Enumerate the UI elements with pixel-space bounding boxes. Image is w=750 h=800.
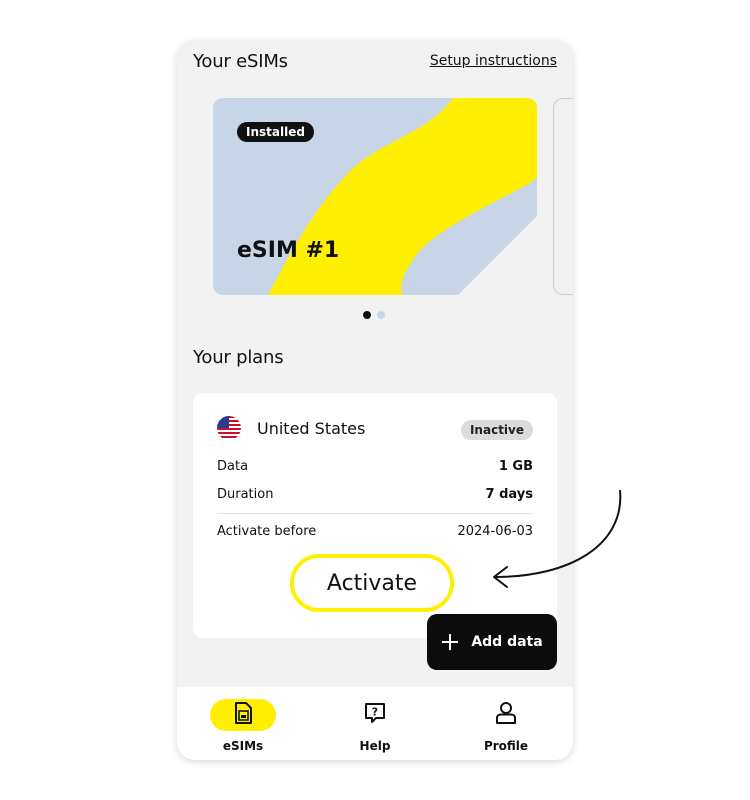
- carousel-dots: [363, 311, 385, 319]
- pointer-arrow-icon: [493, 489, 622, 588]
- plus-icon: [441, 633, 459, 651]
- tab-active-indicator: [210, 699, 276, 731]
- help-bubble-icon: ?: [364, 702, 386, 728]
- next-esim-card-peek[interactable]: [553, 98, 573, 295]
- bottom-tab-bar: eSIMs ? Help Profile: [177, 687, 573, 760]
- plan-row-label: Data: [217, 459, 249, 474]
- plans-title: Your plans: [193, 347, 284, 368]
- add-data-button[interactable]: Add data: [427, 614, 557, 670]
- add-data-label: Add data: [471, 634, 543, 650]
- tab-label: Profile: [483, 739, 529, 753]
- esim-card[interactable]: Installed eSIM #1: [213, 98, 537, 295]
- profile-icon: [495, 701, 517, 729]
- plan-country-row: United States: [217, 416, 365, 440]
- tab-esims[interactable]: eSIMs: [203, 699, 283, 753]
- tab-help[interactable]: ? Help: [335, 699, 415, 753]
- esim-name: eSIM #1: [237, 238, 340, 263]
- esims-title: Your eSIMs: [193, 51, 288, 72]
- carousel-dot[interactable]: [377, 311, 385, 319]
- tab-icon-holder: [473, 699, 539, 731]
- plan-status-badge: Inactive: [460, 420, 533, 440]
- carousel-dot-active[interactable]: [363, 311, 371, 319]
- plan-row-label: Duration: [217, 487, 274, 502]
- plan-row-data: Data 1 GB: [217, 459, 533, 474]
- activate-before-label: Activate before: [217, 524, 317, 539]
- svg-text:?: ?: [372, 706, 378, 719]
- plan-country: United States: [257, 418, 366, 438]
- tab-icon-holder: ?: [342, 699, 408, 731]
- setup-instructions-link[interactable]: Setup instructions: [430, 53, 557, 69]
- sim-card-icon: [233, 702, 253, 728]
- activate-button[interactable]: Activate: [290, 554, 454, 612]
- tab-label: Help: [359, 739, 391, 753]
- installed-badge: Installed: [237, 122, 314, 142]
- us-flag-icon: [217, 416, 241, 440]
- tab-profile[interactable]: Profile: [466, 699, 546, 753]
- tab-label: eSIMs: [222, 739, 264, 753]
- plan-row-value: 1 GB: [498, 459, 533, 474]
